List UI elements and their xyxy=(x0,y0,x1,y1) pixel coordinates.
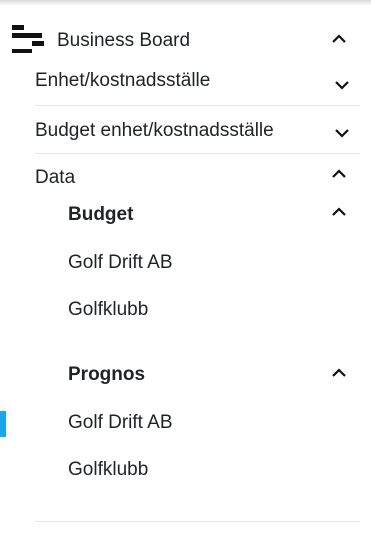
nav-business-board-label: Business Board xyxy=(57,30,191,51)
divider xyxy=(35,105,360,106)
nav-item-prognos-golfklubb[interactable]: Golfklubb xyxy=(68,459,148,481)
divider xyxy=(35,521,360,522)
divider xyxy=(35,153,360,154)
nav-group-budget-label: Budget xyxy=(68,204,134,225)
chevron-up-icon[interactable] xyxy=(330,203,348,221)
nav-enhet-label: Enhet/kostnadsställe xyxy=(35,70,211,91)
chevron-up-icon[interactable] xyxy=(330,30,348,48)
nav-item-budget-golfklubb[interactable]: Golfklubb xyxy=(68,299,148,321)
nav-group-prognos-label: Prognos xyxy=(68,364,146,385)
chevron-down-icon[interactable] xyxy=(333,76,351,94)
nav-item-prognos-golf-drift-ab[interactable]: Golf Drift AB xyxy=(68,412,173,434)
chevron-down-icon[interactable] xyxy=(333,124,351,142)
nav-data-label: Data xyxy=(35,167,76,188)
nav-item-budget-golf-drift-ab[interactable]: Golf Drift AB xyxy=(68,252,173,274)
top-shadow xyxy=(0,0,371,6)
chevron-up-icon[interactable] xyxy=(330,165,348,183)
nav-budget-enhet-label: Budget enhet/kostnadsställe xyxy=(35,120,274,141)
chevron-up-icon[interactable] xyxy=(330,364,348,382)
business-board-icon xyxy=(12,25,44,53)
active-indicator xyxy=(0,411,6,437)
